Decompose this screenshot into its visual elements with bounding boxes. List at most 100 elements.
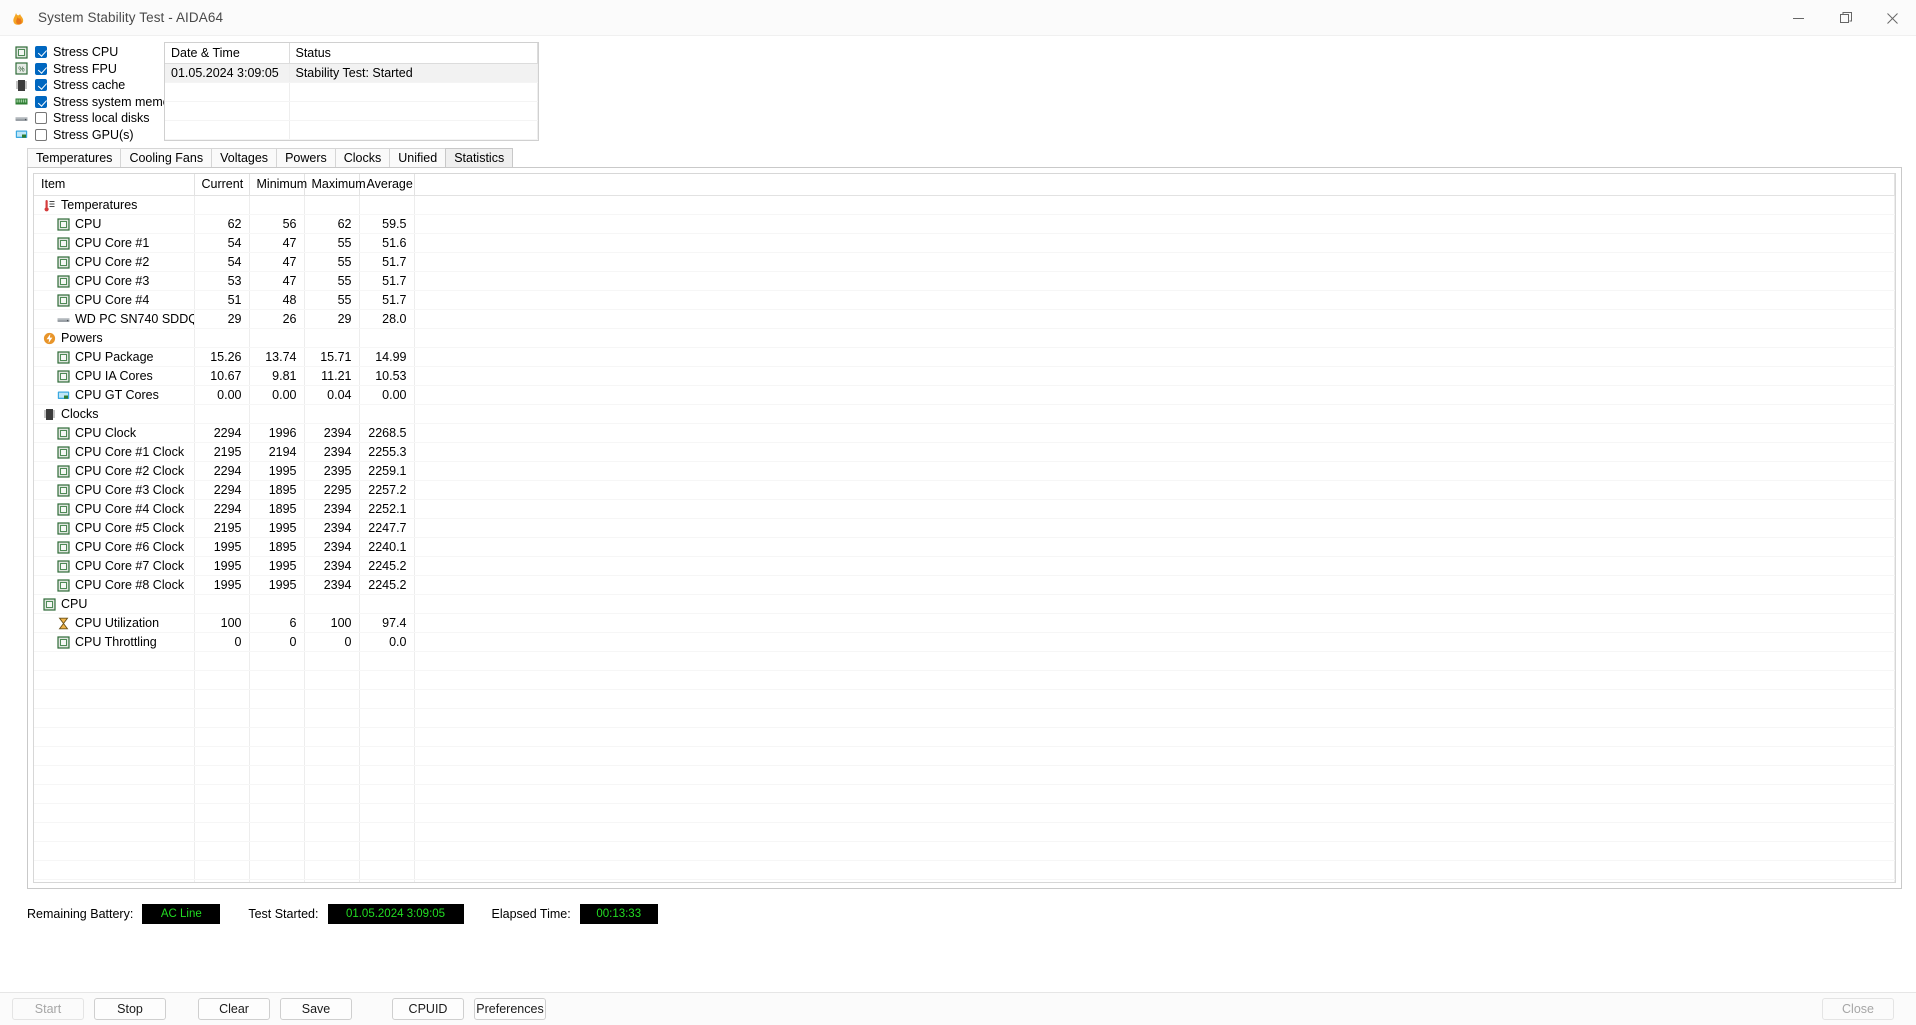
stats-row[interactable]: WD PC SN740 SDDQ...29262928.0 bbox=[34, 309, 1895, 329]
cpu-chip-icon bbox=[57, 502, 70, 516]
checkbox-stress-disks[interactable] bbox=[35, 112, 47, 125]
stats-cell-item: Clocks bbox=[34, 404, 195, 424]
stats-row-empty bbox=[34, 860, 1895, 880]
status-log-table[interactable]: Date & Time Status 01.05.2024 3:09:05 Sta… bbox=[164, 42, 539, 141]
start-button[interactable]: Start bbox=[12, 998, 84, 1020]
stats-row[interactable]: CPU Core #5 Clock 2195 1995 2394 2247.7 bbox=[34, 518, 1895, 538]
checkbox-stress-memory[interactable] bbox=[35, 95, 47, 108]
stop-button[interactable]: Stop bbox=[94, 998, 166, 1020]
close-button[interactable]: Close bbox=[1822, 998, 1894, 1020]
stats-cell-empty bbox=[414, 765, 1895, 785]
option-row-stress-cpu[interactable]: Stress CPU bbox=[14, 44, 142, 61]
stats-cell-minimum bbox=[249, 594, 305, 614]
stats-row[interactable]: CPU Core #1 54 47 55 51.6 bbox=[34, 233, 1895, 253]
stats-row[interactable]: CPU Core #2 Clock 2294 1995 2395 2259.1 bbox=[34, 461, 1895, 481]
stats-row[interactable]: CPU Utilization 100 6 100 97.4 bbox=[34, 613, 1895, 633]
stats-row[interactable]: CPU Core #8 Clock 1995 1995 2394 2245.2 bbox=[34, 575, 1895, 595]
stats-row[interactable]: CPU Throttling 0 0 0 0.0 bbox=[34, 632, 1895, 652]
stats-cell-item: CPU Core #3 Clock bbox=[34, 480, 195, 500]
stats-cell-empty bbox=[359, 841, 415, 861]
stats-group-row[interactable]: Clocks bbox=[34, 404, 1895, 424]
stats-row-empty bbox=[34, 765, 1895, 785]
bottom-button-bar: Start Stop Clear Save CPUID Preferences … bbox=[0, 992, 1916, 1025]
stats-row[interactable]: CPU Core #7 Clock 1995 1995 2394 2245.2 bbox=[34, 556, 1895, 576]
stats-row[interactable]: CPU Core #3 Clock 2294 1895 2295 2257.2 bbox=[34, 480, 1895, 500]
stats-row[interactable]: CPU 62 56 62 59.5 bbox=[34, 214, 1895, 234]
stats-cell-empty bbox=[304, 651, 360, 671]
stats-cell-empty bbox=[194, 765, 250, 785]
stats-item-content: CPU Core #3 bbox=[39, 274, 187, 288]
close-icon[interactable] bbox=[1869, 0, 1916, 36]
tab-unified[interactable]: Unified bbox=[389, 148, 447, 167]
stats-col-minimum[interactable]: Minimum bbox=[249, 174, 307, 196]
stats-row[interactable]: CPU Package 15.26 13.74 15.71 14.99 bbox=[34, 347, 1895, 367]
tab-voltages[interactable]: Voltages bbox=[211, 148, 278, 167]
option-row-stress-memory[interactable]: Stress system memory bbox=[14, 94, 180, 111]
option-row-stress-cache[interactable]: Stress cache bbox=[14, 77, 142, 94]
minimize-icon[interactable] bbox=[1775, 0, 1822, 36]
tab-temperatures[interactable]: Temperatures bbox=[27, 148, 122, 167]
stats-cell-average bbox=[359, 195, 415, 215]
checkbox-stress-gpu[interactable] bbox=[35, 128, 47, 141]
statistics-scroll-area[interactable]: Item Current Minimum Maximum Average Tem… bbox=[33, 173, 1896, 883]
maximize-icon[interactable] bbox=[1822, 0, 1869, 36]
option-row-stress-gpu[interactable]: Stress GPU(s) bbox=[14, 127, 142, 144]
preferences-button[interactable]: Preferences bbox=[474, 998, 546, 1020]
stats-row[interactable]: CPU GT Cores 0.00 0.00 0.04 0.00 bbox=[34, 385, 1895, 405]
stats-cell-current: 2294 bbox=[194, 461, 250, 481]
stats-col-item[interactable]: Item bbox=[34, 174, 195, 196]
checkbox-stress-cache[interactable] bbox=[35, 79, 47, 92]
cpu-chip-icon bbox=[57, 350, 70, 364]
stats-cell-filler bbox=[414, 632, 1895, 652]
tab-cooling-fans[interactable]: Cooling Fans bbox=[120, 148, 213, 167]
stats-row[interactable]: CPU Core #6 Clock 1995 1895 2394 2240.1 bbox=[34, 537, 1895, 557]
stats-cell-average: 0.0 bbox=[359, 632, 415, 652]
log-row-empty bbox=[165, 139, 538, 140]
log-col-datetime[interactable]: Date & Time bbox=[165, 43, 290, 64]
stats-item-label: WD PC SN740 SDDQ... bbox=[75, 312, 193, 326]
stats-item-label: CPU Core #4 bbox=[75, 293, 150, 307]
stats-row[interactable]: CPU Core #1 Clock 2195 2194 2394 2255.3 bbox=[34, 442, 1895, 462]
clear-button[interactable]: Clear bbox=[198, 998, 270, 1020]
stats-col-maximum[interactable]: Maximum bbox=[304, 174, 366, 196]
log-row[interactable]: 01.05.2024 3:09:05 Stability Test: Starte… bbox=[165, 63, 538, 83]
stats-cell-current: 62 bbox=[194, 214, 250, 234]
option-row-stress-fpu[interactable]: % Stress FPU bbox=[14, 61, 142, 78]
checkbox-stress-cpu[interactable] bbox=[35, 46, 47, 59]
stats-cell-empty bbox=[414, 803, 1895, 823]
stats-group-row[interactable]: CPU bbox=[34, 594, 1895, 614]
checkbox-stress-fpu[interactable] bbox=[35, 62, 47, 75]
stats-cell-empty bbox=[359, 708, 415, 728]
tab-bar: Temperatures Cooling Fans Voltages Powers Cl… bbox=[27, 148, 1916, 167]
stats-row-empty bbox=[34, 670, 1895, 690]
tab-powers[interactable]: Powers bbox=[276, 148, 336, 167]
log-col-status[interactable]: Status bbox=[289, 43, 538, 64]
stats-cell-empty bbox=[194, 651, 250, 671]
tab-statistics[interactable]: Statistics bbox=[445, 148, 514, 167]
stats-cell-minimum: 1895 bbox=[249, 480, 305, 500]
stats-group-row[interactable]: Powers bbox=[34, 328, 1895, 348]
save-button[interactable]: Save bbox=[280, 998, 352, 1020]
tab-clocks[interactable]: Clocks bbox=[334, 148, 391, 167]
stats-row[interactable]: CPU Core #4 Clock 2294 1895 2394 2252.1 bbox=[34, 499, 1895, 519]
cpu-chip-icon bbox=[57, 217, 70, 231]
option-row-stress-disks[interactable]: Stress local disks bbox=[14, 110, 150, 127]
stats-cell-item: CPU bbox=[34, 214, 195, 234]
stats-row[interactable]: CPU Core #4 51 48 55 51.7 bbox=[34, 290, 1895, 310]
stats-group-row[interactable]: Temperatures bbox=[34, 195, 1895, 215]
cpuid-button[interactable]: CPUID bbox=[392, 998, 464, 1020]
stats-row[interactable]: CPU Clock 2294 1996 2394 2268.5 bbox=[34, 423, 1895, 443]
stats-cell-minimum: 48 bbox=[249, 290, 305, 310]
stats-cell-item: CPU Core #7 Clock bbox=[34, 556, 195, 576]
stats-cell-minimum: 1895 bbox=[249, 499, 305, 519]
stats-row[interactable]: CPU Core #3 53 47 55 51.7 bbox=[34, 271, 1895, 291]
log-header-row: Date & Time Status bbox=[165, 43, 538, 64]
stats-cell-empty bbox=[359, 670, 415, 690]
stats-row-empty bbox=[34, 822, 1895, 842]
stats-row[interactable]: CPU Core #2 54 47 55 51.7 bbox=[34, 252, 1895, 272]
stats-cell-filler bbox=[414, 556, 1895, 576]
stats-col-current[interactable]: Current bbox=[194, 174, 250, 196]
stats-col-average[interactable]: Average bbox=[359, 174, 415, 196]
stats-row[interactable]: CPU IA Cores 10.67 9.81 11.21 10.53 bbox=[34, 366, 1895, 386]
stats-cell-empty bbox=[304, 841, 360, 861]
